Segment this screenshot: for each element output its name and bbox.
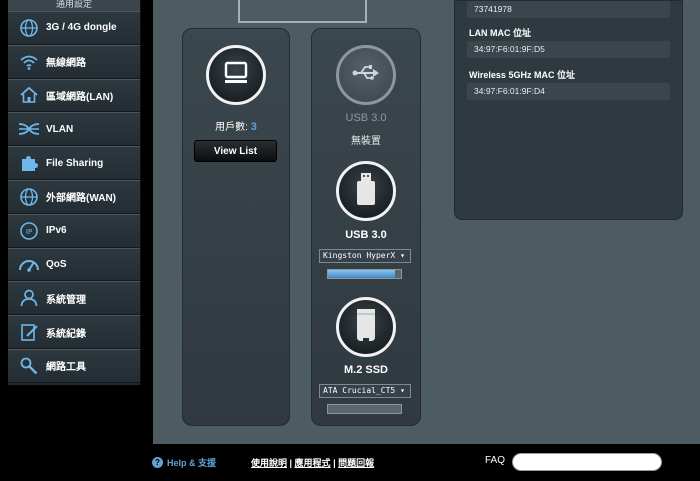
manual-link[interactable]: 使用說明 <box>251 458 287 468</box>
usb-drive-title: USB 3.0 <box>345 229 387 241</box>
svg-text:IP: IP <box>26 228 32 236</box>
wifi5-mac-label: Wireless 5GHz MAC 位址 <box>469 70 575 80</box>
sidebar-item-qos[interactable]: QoS <box>8 247 140 282</box>
usb-port-title: USB 3.0 <box>345 112 387 124</box>
sidebar-item-label: 區域網路(LAN) <box>46 91 114 103</box>
usb-usage-fill <box>328 270 396 278</box>
sidebar-item-label: QoS <box>46 258 67 270</box>
puzzle-icon <box>16 152 42 174</box>
help-icon: ? <box>152 457 163 468</box>
sidebar-item-system-log[interactable]: 系統紀錄 <box>8 315 140 349</box>
ssd-usage-bar <box>327 404 402 414</box>
usb-port-button[interactable] <box>336 45 396 105</box>
monitor-icon <box>223 61 249 90</box>
lan-mac-value: 34:97:F6:01:9F:D5 <box>467 41 670 58</box>
footer-separator: | <box>330 458 339 468</box>
usb-flash-drive-icon <box>355 172 377 211</box>
usb-drive-button[interactable] <box>336 161 396 221</box>
ipv6-icon: IP <box>16 220 42 242</box>
sidebar-item-label: 系統管理 <box>46 294 86 306</box>
clients-panel: 用戶數: 3 View List <box>182 28 290 426</box>
usb-symbol-icon <box>351 63 381 88</box>
sidebar-item-file-sharing[interactable]: File Sharing <box>8 146 140 180</box>
faq-search-input[interactable] <box>512 453 662 471</box>
connector-line <box>365 0 367 22</box>
globe-icon <box>16 186 42 208</box>
client-count-row: 用戶數: 3 <box>182 118 290 133</box>
usb-port-status: 無裝置 <box>351 136 381 147</box>
help-support-link[interactable]: ? Help & 支援 <box>152 456 216 469</box>
ssd-device-select[interactable]: ATA Crucial_CT5 ▾ <box>319 384 411 398</box>
wifi-icon <box>16 51 42 73</box>
sidebar-item-label: 無線網路 <box>46 58 86 70</box>
sidebar-header: 通用設定 <box>8 0 140 11</box>
ssd-icon <box>354 308 378 347</box>
sidebar: 通用設定 3G / 4G dongle 無線網路 區域網路(LAN) VLAN … <box>8 0 141 385</box>
gauge-icon <box>16 253 42 275</box>
footer-separator: | <box>287 458 295 468</box>
sidebar-item-lan[interactable]: 區域網路(LAN) <box>8 78 140 113</box>
sidebar-item-label: 3G / 4G dongle <box>46 22 117 34</box>
sidebar-item-label: File Sharing <box>46 157 104 169</box>
user-icon <box>16 287 42 309</box>
sidebar-item-label: IPv6 <box>46 225 67 237</box>
sidebar-item-label: 系統紀錄 <box>46 328 86 340</box>
log-icon <box>16 321 42 343</box>
sidebar-item-wireless[interactable]: 無線網路 <box>8 44 140 79</box>
home-icon <box>16 84 42 106</box>
usb-usage-bar <box>327 269 402 279</box>
tools-icon <box>16 355 42 377</box>
globe-icon <box>16 17 42 39</box>
connector-line <box>238 21 367 23</box>
help-support-label: Help & 支援 <box>167 458 217 468</box>
sidebar-item-network-tools[interactable]: 網路工具 <box>8 348 140 383</box>
app-link[interactable]: 應用程式 <box>295 458 331 468</box>
ssd-drive-button[interactable] <box>336 297 396 357</box>
router-info-panel: 73741978 LAN MAC 位址 34:97:F6:01:9F:D5 Wi… <box>454 0 683 220</box>
sidebar-item-vlan[interactable]: VLAN <box>8 112 140 147</box>
vlan-icon <box>16 118 42 140</box>
sidebar-item-label: VLAN <box>46 123 74 135</box>
footer: ? Help & 支援 使用說明 | 應用程式 | 問題回報 FAQ <box>0 444 700 481</box>
sidebar-item-label: 網路工具 <box>46 362 86 374</box>
network-map-panel: 用戶數: 3 View List USB 3.0 無裝置 USB 3.0 Kin… <box>153 0 700 444</box>
client-count-label: 用戶數: <box>215 122 248 133</box>
sidebar-item-label: 外部網路(WAN) <box>46 193 116 205</box>
sidebar-item-admin[interactable]: 系統管理 <box>8 281 140 316</box>
sidebar-item-wan[interactable]: 外部網路(WAN) <box>8 179 140 214</box>
usb-panel: USB 3.0 無裝置 USB 3.0 Kingston HyperX ▾ M.… <box>311 28 421 426</box>
ssd-drive-title: M.2 SSD <box>343 364 388 376</box>
client-count-value: 3 <box>250 121 257 133</box>
wifi5-mac-value: 34:97:F6:01:9F:D4 <box>467 83 670 100</box>
info-value-top: 73741978 <box>467 1 670 18</box>
sidebar-item-ipv6[interactable]: IP IPv6 <box>8 213 140 248</box>
footer-links: 使用說明 | 應用程式 | 問題回報 <box>251 456 374 469</box>
lan-mac-label: LAN MAC 位址 <box>469 28 531 38</box>
faq-label: FAQ <box>485 455 506 466</box>
connector-line <box>238 0 240 22</box>
usb-device-select[interactable]: Kingston HyperX ▾ <box>319 249 411 263</box>
feedback-link[interactable]: 問題回報 <box>338 458 374 468</box>
clients-status-button[interactable] <box>206 45 266 105</box>
sidebar-item-3g-4g-dongle[interactable]: 3G / 4G dongle <box>8 11 140 45</box>
view-list-button[interactable]: View List <box>194 140 277 162</box>
